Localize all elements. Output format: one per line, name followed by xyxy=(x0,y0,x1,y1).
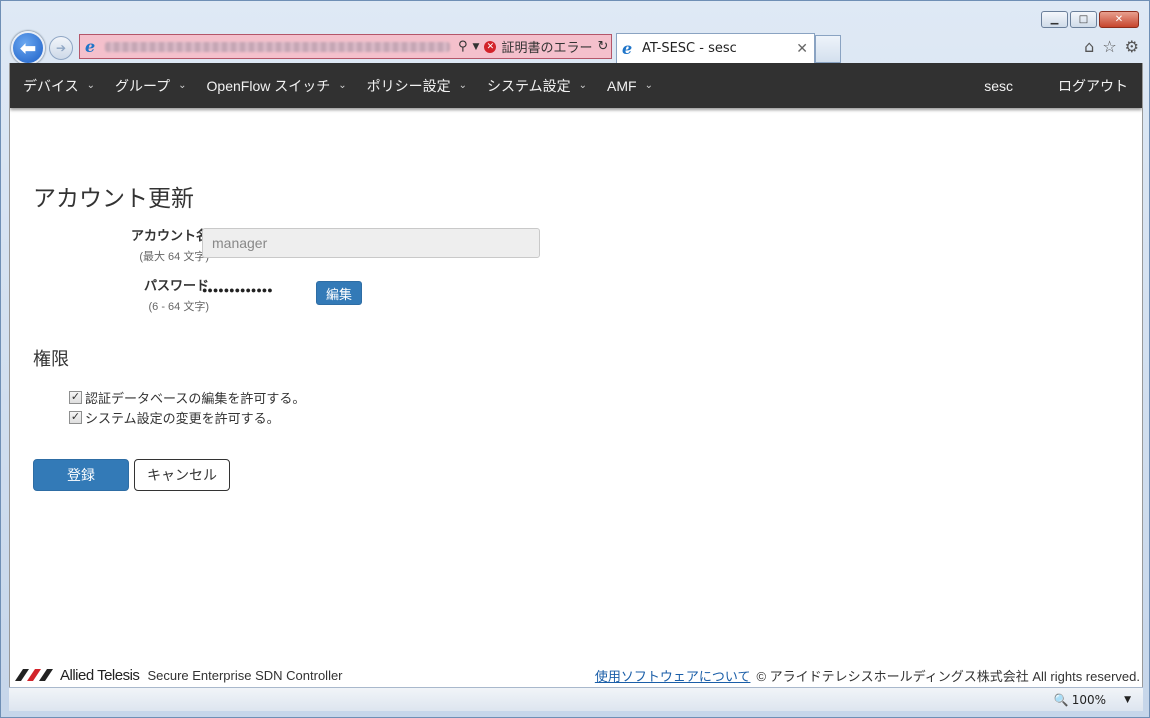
page-footer: Allied Telesis Secure Enterprise SDN Con… xyxy=(10,663,1142,687)
permission-label: 認証データベースの編集を許可する。 xyxy=(85,391,306,406)
top-navbar: デバイス ⌄ グループ ⌄ OpenFlow スイッチ ⌄ ポリシー設定 ⌄ システム設… xyxy=(10,63,1142,108)
browser-nav-row: ⬅ ➔ e ⚲ ▼ ✕ 証明書のエラー ↻ e AT-SESC - sesc ✕… xyxy=(9,31,1143,65)
nav-item-label: システム設定 xyxy=(487,77,571,94)
browser-status-bar: 🔍 100% ▼ xyxy=(9,687,1143,711)
navbar-right: sesc ログアウト xyxy=(969,63,1142,108)
settings-gear-icon[interactable]: ⚙ xyxy=(1125,37,1139,56)
chevron-down-icon: ⌄ xyxy=(458,80,468,91)
home-icon[interactable]: ⌂ xyxy=(1084,37,1094,56)
certificate-error-text[interactable]: 証明書のエラー xyxy=(501,37,592,56)
nav-item-amf[interactable]: AMF ⌄ xyxy=(597,63,663,108)
permission-checkbox[interactable]: ✓ xyxy=(69,391,82,404)
allied-telesis-logo: Allied Telesis xyxy=(15,666,140,684)
nav-item-label: AMF xyxy=(607,77,637,94)
tab-title: AT-SESC - sesc xyxy=(642,41,737,56)
product-name: Secure Enterprise SDN Controller xyxy=(147,667,343,683)
chevron-down-icon: ⌄ xyxy=(578,80,588,91)
ie-page-icon: e xyxy=(85,36,96,56)
allied-telesis-logo-mark-icon xyxy=(15,669,53,681)
arrow-right-icon: ➔ xyxy=(55,41,67,55)
password-label-group: パスワード (6 - 64 文字) xyxy=(33,275,209,314)
nav-item-devices[interactable]: デバイス ⌄ xyxy=(10,63,105,108)
account-hint: (最大 64 文字) xyxy=(139,251,209,263)
account-label-group: アカウント名 (最大 64 文字) xyxy=(33,225,209,264)
page-viewport: デバイス ⌄ グループ ⌄ OpenFlow スイッチ ⌄ ポリシー設定 ⌄ システム設… xyxy=(9,63,1143,687)
zoom-control[interactable]: 🔍 100% xyxy=(1054,693,1106,707)
zoom-icon: 🔍 xyxy=(1053,692,1069,707)
nav-item-policy-settings[interactable]: ポリシー設定 ⌄ xyxy=(357,63,477,108)
window-controls: ▁ □ ✕ xyxy=(1041,11,1139,28)
favorites-star-icon[interactable]: ☆ xyxy=(1102,37,1116,56)
nav-item-label: デバイス xyxy=(23,77,79,94)
ie-tab-icon: e xyxy=(622,38,633,58)
forward-button[interactable]: ➔ xyxy=(49,36,73,60)
submit-button[interactable]: 登録 xyxy=(33,459,129,491)
browser-toolbar-icons: ⌂ ☆ ⚙ xyxy=(1084,37,1139,56)
cancel-button[interactable]: キャンセル xyxy=(134,459,230,491)
arrow-left-icon: ⬅ xyxy=(19,36,37,60)
nav-item-label: ポリシー設定 xyxy=(366,77,451,94)
new-tab-button[interactable] xyxy=(815,35,841,63)
brand-name: Allied Telesis xyxy=(60,666,140,684)
tab-close-icon[interactable]: ✕ xyxy=(796,41,808,57)
refresh-icon[interactable]: ↻ xyxy=(597,39,608,54)
permission-checkbox[interactable]: ✓ xyxy=(69,411,82,424)
close-window-button[interactable]: ✕ xyxy=(1099,11,1139,28)
dropdown-icon[interactable]: ▼ xyxy=(473,42,480,52)
zoom-level: 100% xyxy=(1071,692,1107,707)
nav-item-groups[interactable]: グループ ⌄ xyxy=(105,63,197,108)
password-hint: (6 - 64 文字) xyxy=(148,301,209,313)
url-text-blurred xyxy=(105,41,450,52)
permission-label: システム設定の変更を許可する。 xyxy=(85,411,280,426)
permission-row[interactable]: ✓ 認証データベースの編集を許可する。 xyxy=(69,388,305,407)
permissions-title: 権限 xyxy=(33,349,69,369)
chevron-down-icon: ⌄ xyxy=(86,80,95,91)
minimize-button[interactable]: ▁ xyxy=(1041,11,1068,28)
search-icon[interactable]: ⚲ xyxy=(458,39,468,54)
edit-password-button[interactable]: 編集 xyxy=(316,281,362,305)
nav-item-label: グループ xyxy=(114,77,171,94)
account-name-input[interactable]: manager xyxy=(202,228,540,258)
nav-item-system-settings[interactable]: システム設定 ⌄ xyxy=(477,63,597,108)
password-mask: ●●●●●●●●●●●●● xyxy=(202,285,273,295)
maximize-button[interactable]: □ xyxy=(1070,11,1097,28)
nav-item-label: OpenFlow スイッチ xyxy=(206,77,331,94)
copyright-text: © アライドテレシスホールディングス株式会社 All rights reserv… xyxy=(756,668,1140,684)
about-software-link[interactable]: 使用ソフトウェアについて xyxy=(595,666,751,685)
back-button[interactable]: ⬅ xyxy=(11,31,45,65)
chevron-down-icon: ⌄ xyxy=(338,80,347,91)
logout-link[interactable]: ログアウト xyxy=(1028,63,1142,108)
chevron-down-icon: ⌄ xyxy=(644,80,653,91)
tab-active[interactable]: e AT-SESC - sesc ✕ xyxy=(616,33,815,63)
nav-user[interactable]: sesc xyxy=(969,63,1028,108)
zoom-dropdown-icon[interactable]: ▼ xyxy=(1124,695,1131,705)
nav-item-openflow-switch[interactable]: OpenFlow スイッチ ⌄ xyxy=(197,63,357,108)
chevron-down-icon: ⌄ xyxy=(178,80,187,91)
page-title: アカウント更新 xyxy=(33,185,194,211)
account-label: アカウント名 xyxy=(130,228,209,243)
password-label: パスワード xyxy=(143,278,209,293)
footer-right: 使用ソフトウェアについて © アライドテレシスホールディングス株式会社 All … xyxy=(595,666,1140,685)
permission-row[interactable]: ✓ システム設定の変更を許可する。 xyxy=(69,408,280,427)
address-bar[interactable]: e ⚲ ▼ ✕ 証明書のエラー ↻ xyxy=(79,34,612,59)
browser-window: ▁ □ ✕ ⬅ ➔ e ⚲ ▼ ✕ 証明書のエラー ↻ e AT-SESC - … xyxy=(0,0,1150,718)
certificate-error-icon[interactable]: ✕ xyxy=(484,40,497,53)
